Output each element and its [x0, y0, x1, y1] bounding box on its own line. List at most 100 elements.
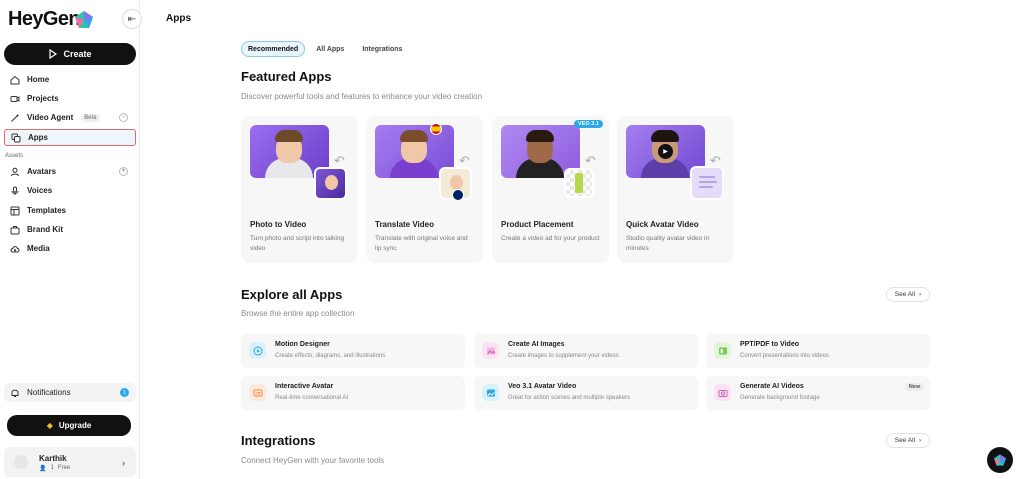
app-title: Veo 3.1 Avatar Video — [508, 383, 577, 390]
collapse-sidebar-button[interactable]: ⇤ — [122, 9, 142, 29]
tab-all-apps[interactable]: All Apps — [309, 41, 351, 57]
integrations-see-all-button[interactable]: See All › — [886, 433, 930, 448]
sidebar-item-label: Voices — [27, 186, 53, 195]
card-title: Quick Avatar Video — [626, 220, 699, 229]
sidebar-item-label: Projects — [27, 94, 59, 103]
assistant-chat-button[interactable] — [987, 447, 1013, 473]
notifications-button[interactable]: Notifications 1 — [4, 383, 136, 402]
play-icon: ▶ — [658, 144, 673, 159]
chevron-right-icon: › — [919, 291, 922, 298]
featured-card-product-placement[interactable]: VEO 3.1 ↶ Product Placement Create a vid… — [492, 116, 609, 263]
gem-logo-icon — [994, 454, 1006, 466]
product-thumbnail — [564, 168, 594, 198]
app-tile-generate-ai-videos[interactable]: Generate AI Videos Generate background f… — [706, 376, 930, 410]
featured-apps-subtitle: Discover powerful tools and features to … — [241, 92, 483, 101]
new-badge: New — [904, 383, 924, 391]
app-description: Convert presentations into videos — [740, 353, 830, 359]
featured-card-quick-avatar-video[interactable]: ▶ ↶ Quick Avatar Video Studio quality av… — [617, 116, 734, 263]
app-title: PPT/PDF to Video — [740, 341, 799, 348]
sidebar-item-projects[interactable]: Projects — [4, 90, 136, 107]
app-description: Generate background footage — [740, 395, 820, 401]
app-tile-interactive-avatar[interactable]: Interactive Avatar Real-time conversatio… — [241, 376, 465, 410]
gem-logo-icon — [75, 11, 93, 28]
sidebar-item-templates[interactable]: Templates — [4, 202, 136, 219]
arrow-icon: ↶ — [585, 153, 596, 168]
card-title: Photo to Video — [250, 220, 307, 229]
image-icon — [482, 342, 499, 359]
avatar — [14, 455, 28, 469]
beta-badge: Beta — [81, 113, 100, 122]
notifications-count-badge: 1 — [120, 388, 129, 397]
sidebar-item-voices[interactable]: Voices — [4, 182, 136, 199]
featured-apps-title: Featured Apps — [241, 69, 332, 84]
user-name: Karthik — [39, 454, 67, 463]
script-thumbnail — [690, 166, 724, 200]
user-seats: 1 — [50, 465, 54, 471]
sidebar-item-label: Home — [27, 75, 50, 84]
create-button[interactable]: Create — [4, 43, 136, 65]
sidebar-item-apps[interactable]: Apps — [4, 129, 136, 146]
app-tile-ppt-pdf-to-video[interactable]: PPT/PDF to Video Convert presentations i… — [706, 334, 930, 368]
app-title: Create AI Images — [508, 341, 565, 348]
sidebar: HeyGen ⇤ Create Home Projects Video Agen… — [0, 0, 142, 479]
see-all-label: See All — [894, 437, 916, 444]
app-description: Create effects, diagrams, and illustrati… — [275, 353, 386, 359]
user-profile-button[interactable]: Karthik 👤 1 Free › — [4, 447, 136, 477]
sidebar-item-brand-kit[interactable]: Brand Kit — [4, 221, 136, 238]
card-description: Translate with original voice and lip sy… — [375, 235, 468, 252]
collapse-icon: ⇤ — [127, 13, 137, 25]
create-icon — [49, 49, 58, 59]
see-all-label: See All — [894, 291, 916, 298]
play-circle-icon — [249, 342, 266, 359]
info-icon[interactable]: ○ — [119, 113, 128, 122]
upgrade-label: Upgrade — [58, 421, 92, 430]
uk-flag-icon — [452, 189, 464, 201]
sidebar-item-avatars[interactable]: Avatars + — [4, 163, 136, 180]
sidebar-item-video-agent[interactable]: Video Agent Beta ○ — [4, 109, 136, 126]
integrations-title: Integrations — [241, 433, 316, 448]
user-plan-label: Free — [57, 465, 71, 471]
home-icon — [10, 75, 20, 84]
apps-icon — [11, 133, 21, 142]
app-description: Create images to supplement your videos — [508, 353, 619, 359]
tab-recommended[interactable]: Recommended — [241, 41, 306, 57]
sidebar-item-label: Video Agent — [27, 113, 74, 122]
camera-icon — [714, 384, 731, 401]
integrations-subtitle: Connect HeyGen with your favorite tools — [241, 456, 385, 465]
media-icon — [10, 245, 20, 252]
spain-flag-icon — [430, 123, 442, 135]
notifications-label: Notifications — [27, 388, 71, 397]
wand-icon — [11, 113, 19, 122]
seat-icon: 👤 — [39, 466, 47, 472]
sidebar-item-label: Media — [27, 244, 50, 253]
chat-avatar-icon — [249, 384, 266, 401]
brand-kit-icon — [10, 225, 20, 234]
card-description: Create a video ad for your product — [501, 235, 600, 242]
featured-card-translate-video[interactable]: ↶ Translate Video Translate with origina… — [366, 116, 483, 263]
add-avatar-icon[interactable]: + — [119, 167, 128, 176]
microphone-icon — [11, 186, 19, 195]
tab-integrations[interactable]: Integrations — [355, 41, 409, 57]
veo-badge: VEO 3.1 — [574, 120, 603, 128]
brand-logo[interactable]: HeyGen — [8, 8, 81, 30]
diamond-icon: ◆ — [46, 421, 53, 430]
app-tile-veo-avatar-video[interactable]: Veo 3.1 Avatar Video Great for action sc… — [474, 376, 698, 410]
app-tile-motion-designer[interactable]: Motion Designer Create effects, diagrams… — [241, 334, 465, 368]
presentation-icon — [714, 342, 731, 359]
app-description: Great for action scenes and multiple spe… — [508, 395, 631, 401]
app-title: Interactive Avatar — [275, 383, 334, 390]
logo-row: HeyGen ⇤ — [8, 8, 142, 30]
sidebar-item-home[interactable]: Home — [4, 71, 136, 88]
upgrade-button[interactable]: ◆ Upgrade — [7, 415, 131, 436]
sidebar-item-media[interactable]: Media — [4, 240, 136, 257]
explore-see-all-button[interactable]: See All › — [886, 287, 930, 302]
user-plan: 👤 1 Free — [39, 465, 70, 472]
sidebar-item-label: Templates — [27, 206, 66, 215]
featured-card-photo-to-video[interactable]: ↶ Photo to Video Turn photo and script i… — [241, 116, 358, 263]
app-description: Real-time conversational AI — [275, 395, 349, 401]
card-description: Turn photo and script into talking video — [250, 235, 345, 252]
template-icon — [10, 206, 20, 215]
sidebar-item-label: Avatars — [27, 167, 57, 176]
app-tile-create-ai-images[interactable]: Create AI Images Create images to supple… — [474, 334, 698, 368]
chevron-right-icon: › — [122, 458, 125, 468]
